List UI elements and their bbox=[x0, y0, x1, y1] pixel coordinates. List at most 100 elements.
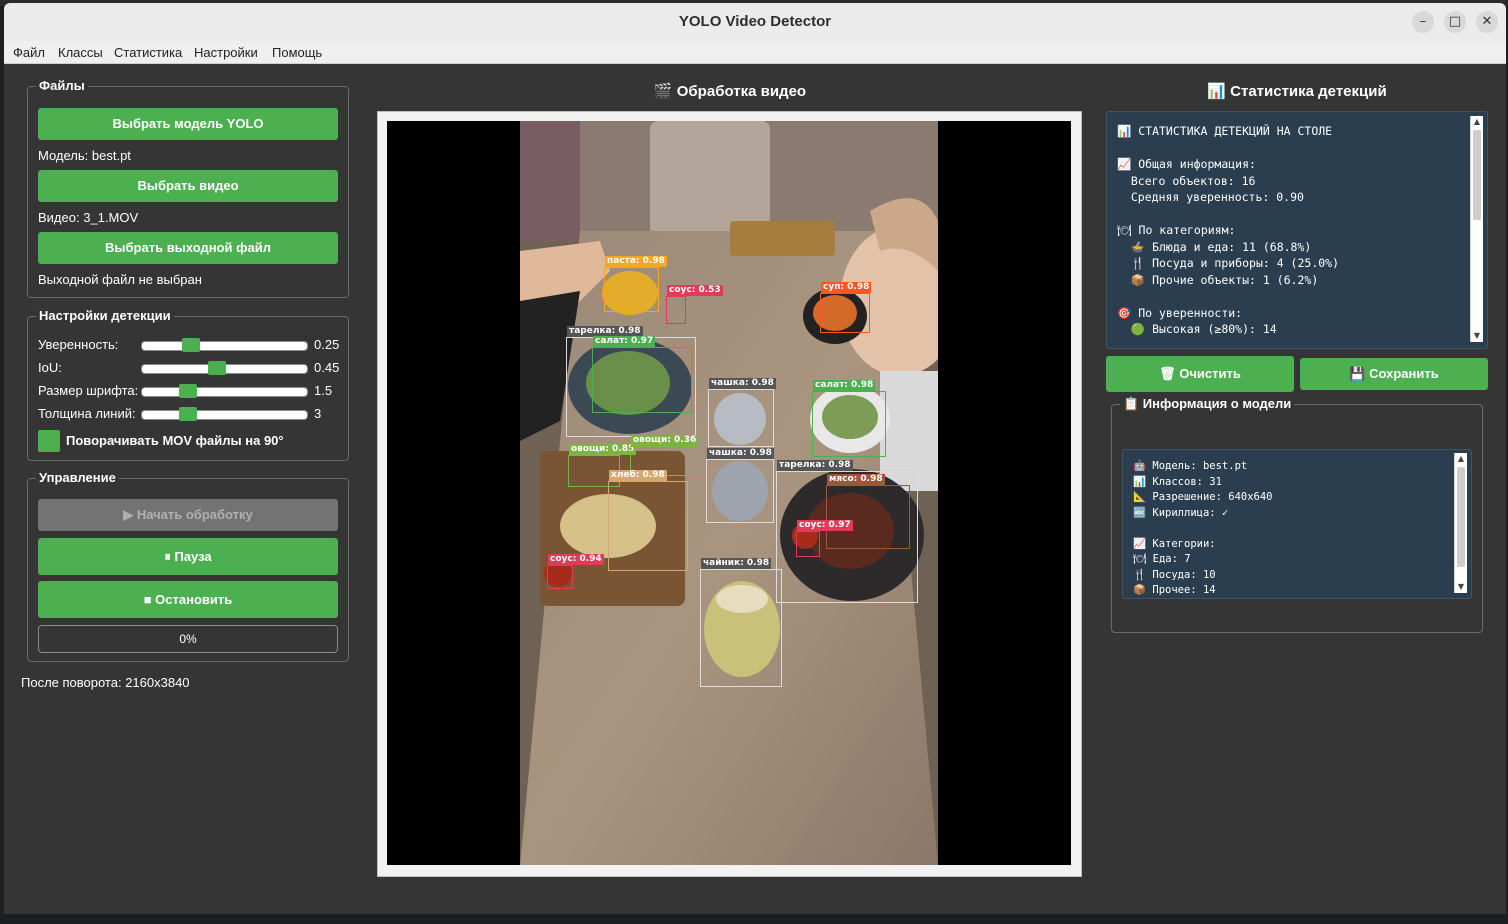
iou-label: IoU: bbox=[38, 360, 62, 375]
detection-box: мясо: 0.98 bbox=[826, 474, 910, 549]
detection-box: соус: 0.94 bbox=[547, 554, 604, 589]
detection-label: мясо: 0.98 bbox=[827, 474, 885, 485]
menu-settings[interactable]: Настройки bbox=[194, 45, 258, 60]
ide-background bbox=[0, 914, 1508, 924]
detection-box: чашка: 0.98 bbox=[708, 378, 776, 447]
menu-classes[interactable]: Классы bbox=[58, 45, 103, 60]
stop-button[interactable]: ■ Остановить bbox=[38, 581, 338, 618]
detection-settings-title: Настройки детекции bbox=[36, 308, 174, 323]
output-status: Выходной файл не выбран bbox=[38, 272, 202, 287]
maximize-button[interactable]: □ bbox=[1444, 11, 1466, 33]
line-width-slider-handle[interactable] bbox=[179, 407, 197, 421]
select-output-button[interactable]: Выбрать выходной файл bbox=[38, 232, 338, 264]
stats-textbox[interactable]: 📊 СТАТИСТИКА ДЕТЕКЦИЙ НА СТОЛЕ 📈 Общая ин… bbox=[1106, 111, 1488, 349]
text-line: 📊 СТАТИСТИКА ДЕТЕКЦИЙ НА СТОЛЕ bbox=[1117, 124, 1333, 138]
model-info-title: 📋 Информация о модели bbox=[1120, 396, 1295, 412]
iou-slider-handle[interactable] bbox=[208, 361, 226, 375]
pause-button[interactable]: ⏸ Пауза bbox=[38, 538, 338, 575]
menu-file[interactable]: Файл bbox=[13, 45, 45, 60]
save-button[interactable]: 💾 Сохранить bbox=[1300, 358, 1488, 390]
scroll-up-arrow[interactable]: ▲ bbox=[1455, 453, 1467, 465]
model-info-textbox[interactable]: 🤖 Модель: best.pt 📊 Классов: 31 📐 Разрешен… bbox=[1122, 449, 1472, 599]
detection-label: салат: 0.98 bbox=[813, 380, 876, 391]
iou-value: 0.45 bbox=[314, 360, 340, 375]
window-title: YOLO Video Detector bbox=[678, 13, 832, 30]
font-size-slider-handle[interactable] bbox=[179, 384, 197, 398]
minimize-button[interactable]: – bbox=[1412, 11, 1434, 33]
detection-box: хлеб: 0.98 bbox=[608, 470, 688, 571]
text-line: 🍽 Еда: 7 bbox=[1133, 553, 1191, 565]
scroll-up-arrow[interactable]: ▲ bbox=[1471, 116, 1483, 128]
model-info-scrollbar[interactable]: ▲ ▼ bbox=[1454, 453, 1467, 593]
text-line: 📐 Разрешение: 640x640 bbox=[1133, 491, 1273, 503]
detection-box: чайник: 0.98 bbox=[700, 558, 782, 687]
confidence-label: Уверенность: bbox=[38, 337, 119, 352]
text-line: 🍴 Посуда: 10 bbox=[1133, 568, 1216, 581]
confidence-slider[interactable] bbox=[141, 338, 308, 352]
detection-label: соус: 0.97 bbox=[797, 520, 853, 531]
detection-box: чашка: 0.98 bbox=[706, 448, 774, 523]
detection-label: паста: 0.98 bbox=[605, 256, 667, 267]
stats-scrollbar[interactable]: ▲ ▼ bbox=[1470, 116, 1483, 342]
confidence-value: 0.25 bbox=[314, 337, 340, 352]
detection-label: овощи: 0.36 bbox=[631, 435, 699, 446]
detection-label: соус: 0.94 bbox=[548, 554, 604, 565]
rotation-info: После поворота: 2160x3840 bbox=[21, 675, 190, 690]
menu-statistics[interactable]: Статистика bbox=[114, 45, 182, 60]
text-line: 🎯 По уверенности: bbox=[1117, 305, 1243, 320]
video-frame: паста: 0.98 соус: 0.53 суп: 0.98 тарелка… bbox=[377, 111, 1082, 877]
model-status: Модель: best.pt bbox=[38, 148, 131, 163]
font-size-label: Размер шрифта: bbox=[38, 383, 139, 398]
scroll-thumb[interactable] bbox=[1473, 130, 1481, 220]
text-line: 🍽 По категориям: bbox=[1117, 223, 1236, 237]
progress-bar: 0% bbox=[38, 625, 338, 653]
font-size-value: 1.5 bbox=[314, 383, 333, 398]
detection-settings-group: Настройки детекции Уверенность: 0.25 IoU… bbox=[27, 308, 349, 461]
controls-group-title: Управление bbox=[36, 470, 119, 485]
text-line: 📈 Общая информация: bbox=[1117, 157, 1256, 171]
scroll-thumb[interactable] bbox=[1457, 467, 1465, 567]
detection-box: суп: 0.98 bbox=[820, 282, 872, 333]
rotate-mov-label: Поворачивать MOV файлы на 90° bbox=[66, 433, 284, 448]
video-frame-image: паста: 0.98 соус: 0.53 суп: 0.98 тарелка… bbox=[520, 121, 938, 865]
model-info-group: 📋 Информация о модели 🤖 Модель: best.pt 📊… bbox=[1111, 396, 1483, 633]
font-size-slider[interactable] bbox=[141, 384, 308, 398]
text-line: 📦 Прочее: 14 bbox=[1133, 584, 1216, 596]
line-width-label: Толщина линий: bbox=[38, 406, 136, 421]
detection-label: тарелка: 0.98 bbox=[777, 460, 853, 471]
line-width-slider[interactable] bbox=[141, 407, 308, 421]
text-line: 🍴 Посуда и приборы: 4 (25.0%) bbox=[1117, 256, 1340, 270]
select-model-button[interactable]: Выбрать модель YOLO bbox=[38, 108, 338, 140]
iou-slider[interactable] bbox=[141, 361, 308, 375]
confidence-slider-handle[interactable] bbox=[182, 338, 200, 352]
clear-button[interactable]: 🗑 Очистить bbox=[1106, 356, 1294, 392]
scroll-down-arrow[interactable]: ▼ bbox=[1471, 330, 1483, 342]
menu-help[interactable]: Помощь bbox=[272, 45, 322, 60]
rotate-mov-checkbox[interactable] bbox=[38, 430, 60, 452]
detection-box: салат: 0.97 bbox=[592, 336, 692, 413]
files-group-title: Файлы bbox=[36, 78, 88, 93]
text-line: 📦 Прочие объекты: 1 (6.2%) bbox=[1117, 272, 1319, 287]
text-line: 🤖 Модель: best.pt bbox=[1133, 460, 1248, 472]
detection-label: овощи: 0.85 bbox=[569, 444, 637, 455]
text-line: 🔤 Кириллица: ✓ bbox=[1133, 506, 1229, 519]
app-window: YOLO Video Detector – □ ✕ Файл Классы Ст… bbox=[4, 3, 1506, 914]
detection-label: суп: 0.98 bbox=[821, 282, 872, 293]
text-line: 🍲 Блюда и еда: 11 (68.8%) bbox=[1117, 239, 1312, 254]
start-processing-button[interactable]: ▶ Начать обработку bbox=[38, 499, 338, 531]
select-video-button[interactable]: Выбрать видео bbox=[38, 170, 338, 202]
video-display: паста: 0.98 соус: 0.53 суп: 0.98 тарелка… bbox=[387, 121, 1071, 865]
text-line: 🟢 Высокая (≥80%): 14 bbox=[1117, 322, 1277, 336]
scroll-down-arrow[interactable]: ▼ bbox=[1455, 581, 1467, 593]
detection-label: чашка: 0.98 bbox=[707, 448, 774, 459]
video-panel-title: 🎬 Обработка видео bbox=[653, 83, 807, 100]
text-line: Всего объектов: 16 bbox=[1117, 173, 1256, 188]
text-line: Средняя уверенность: 0.90 bbox=[1117, 190, 1304, 204]
close-button[interactable]: ✕ bbox=[1476, 11, 1498, 33]
detection-label: хлеб: 0.98 bbox=[609, 470, 667, 481]
text-line: 📊 Классов: 31 bbox=[1133, 475, 1222, 488]
video-status: Видео: 3_1.MOV bbox=[38, 210, 139, 225]
title-bar: YOLO Video Detector – □ ✕ bbox=[4, 3, 1506, 42]
menu-bar: Файл Классы Статистика Настройки Помощь bbox=[4, 41, 1506, 64]
detection-label: чашка: 0.98 bbox=[709, 378, 776, 389]
